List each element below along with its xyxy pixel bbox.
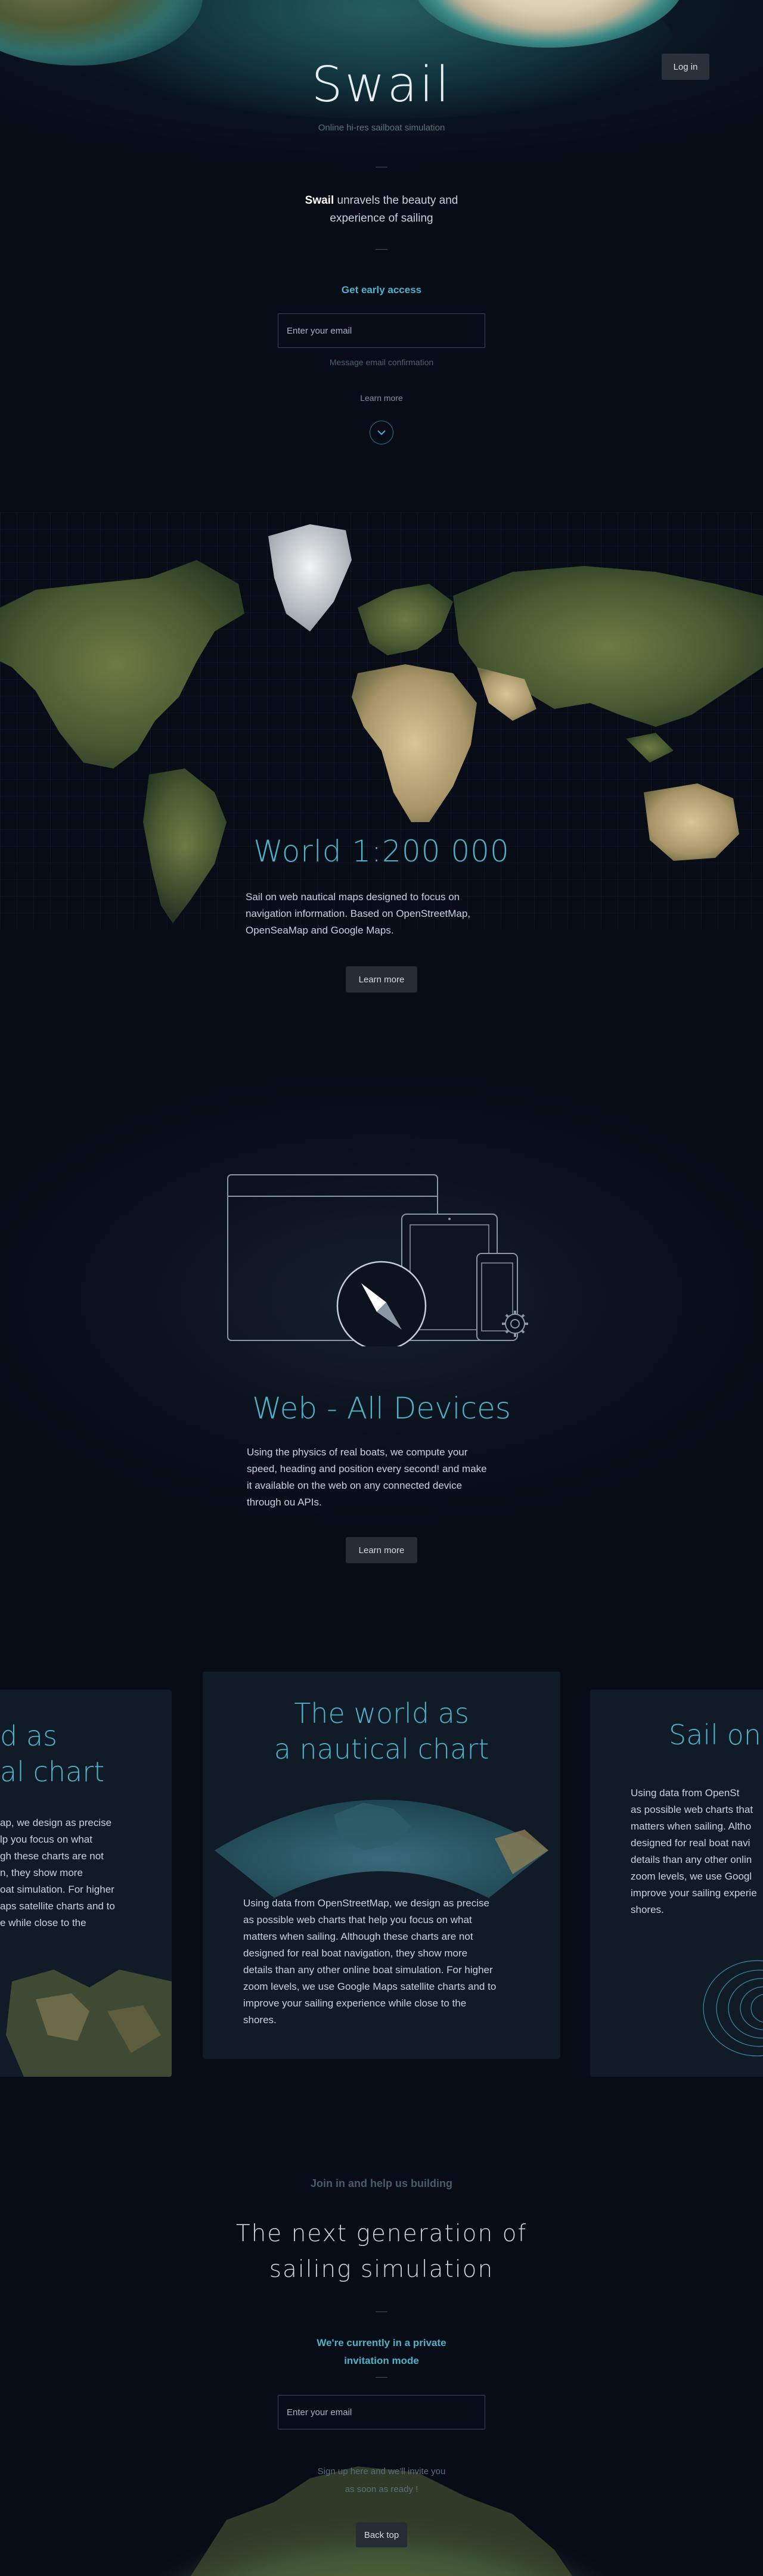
devices-learn-more-button[interactable]: Learn more — [346, 1537, 417, 1563]
feature-card-left[interactable]: d as al chart ap, we design as precise l… — [0, 1690, 172, 2077]
card-text-line: designed for real boat navi — [631, 1837, 750, 1849]
desc-line: Sail on web nautical maps designed to fo… — [246, 891, 460, 903]
join-label: Join in and help us building — [311, 2177, 452, 2189]
tagline-brand: Swail — [305, 194, 334, 207]
compass-icon — [336, 1261, 427, 1346]
feature-card-center[interactable]: The world as a nautical chart Using data… — [203, 1672, 560, 2059]
card-text-line: lp you focus on what — [0, 1834, 92, 1845]
early-access-heading: Get early access — [341, 284, 422, 295]
desc-line: Using the physics of real boats, we comp… — [247, 1446, 468, 1458]
divider — [376, 249, 387, 250]
map-section-description: Sail on web nautical maps designed to fo… — [246, 889, 520, 939]
card-title: d as al chart — [0, 1718, 172, 1790]
private-line: invitation mode — [344, 2355, 419, 2366]
card-text-line: improve your sailing experience while cl… — [243, 1998, 467, 2009]
coastline-image — [119, 2454, 644, 2576]
card-text-line: shores. — [243, 2014, 277, 2026]
card-text-line: n, they show more — [0, 1867, 83, 1878]
divider — [376, 2311, 387, 2312]
europe-map-image — [6, 1970, 172, 2077]
devices-section-title: Web - All Devices — [252, 1391, 511, 1426]
card-title-line: d as — [0, 1720, 57, 1752]
bottom-map-image — [0, 2431, 763, 2576]
signup-note-line: Sign up here and we'll invite you — [317, 2466, 446, 2477]
card-text-line: as possible web charts that help you foc… — [243, 1914, 472, 1925]
card-text: ap, we design as precise lp you focus on… — [0, 1815, 172, 1931]
map-learn-more-button[interactable]: Learn more — [346, 966, 417, 993]
desc-line: through ou APIs. — [247, 1497, 322, 1508]
site-subtitle: Online hi-res sailboat simulation — [318, 123, 445, 133]
card-text-line: details than any other onlin — [631, 1854, 752, 1865]
card-title-line: a nautical chart — [274, 1733, 489, 1765]
map-section-title: World 1:200 000 — [253, 834, 510, 869]
europe-map-image — [215, 1800, 548, 1898]
devices-section — [0, 1072, 763, 1680]
card-title: The world as a nautical chart — [203, 1695, 560, 1767]
card-text-line: designed for real boat navigation, they … — [243, 1947, 468, 1959]
signup-note-line: as soon as ready ! — [345, 2484, 418, 2494]
desc-line: it available on the web on any connected… — [247, 1480, 463, 1491]
card-text-line: Using data from OpenSt — [631, 1787, 740, 1799]
card-text: Using data from OpenStreetMap, we design… — [243, 1895, 535, 2029]
feature-card-right[interactable]: Sail on t Using data from OpenSt as poss… — [590, 1690, 763, 2077]
private-line: We're currently in a private — [317, 2337, 446, 2348]
email-note: Message email confirmation — [329, 357, 434, 367]
devices-section-description: Using the physics of real boats, we comp… — [247, 1444, 521, 1511]
private-mode-notice: We're currently in a private invitation … — [0, 2334, 763, 2370]
card-text-line: oat simulation. For higher — [0, 1884, 114, 1895]
tagline-line2: experience of sailing — [330, 212, 433, 225]
tagline: Swail unravels the beauty and experience… — [0, 192, 763, 228]
back-top-button[interactable]: Back top — [356, 2522, 407, 2547]
signup-note: Sign up here and we'll invite you as soo… — [0, 2463, 763, 2499]
card-text-line: e while close to the — [0, 1917, 86, 1928]
email-input[interactable] — [278, 2395, 485, 2429]
divider — [376, 2377, 387, 2378]
card-text-line: Using data from OpenStreetMap, we design… — [243, 1897, 489, 1909]
card-title-line: Sail on t — [669, 1719, 763, 1751]
desc-line: OpenSeaMap and Google Maps. — [246, 925, 394, 936]
chevron-down-icon — [377, 430, 386, 435]
site-title: Swail — [311, 57, 452, 113]
card-text-line: gh these charts are not — [0, 1850, 104, 1862]
join-title: The next generation of sailing simulatio… — [0, 2216, 763, 2288]
tagline-line1: unravels the beauty and — [337, 194, 458, 207]
card-title-line: al chart — [0, 1756, 105, 1788]
desc-line: speed, heading and position every second… — [247, 1463, 487, 1474]
card-title: Sail on t — [669, 1717, 763, 1753]
card-text-line: zoom levels, we use Google Maps satellit… — [243, 1981, 497, 1992]
join-title-line: The next generation of — [235, 2220, 528, 2247]
card-text-line: improve your sailing experie — [631, 1887, 757, 1899]
card-text-line: matters when sailing. Although these cha… — [243, 1931, 473, 1942]
card-text-line: zoom levels, we use Googl — [631, 1871, 752, 1882]
scroll-down-button[interactable] — [370, 421, 393, 444]
card-text-line: aps satellite charts and to — [0, 1900, 115, 1912]
card-text: Using data from OpenSt as possible web c… — [631, 1785, 763, 1918]
card-text-line: shores. — [631, 1904, 664, 1915]
learn-more-link[interactable]: Learn more — [0, 393, 763, 403]
card-text-line: matters when sailing. Altho — [631, 1821, 752, 1832]
contour-map-image — [703, 1960, 763, 2057]
card-title-line: The world as — [294, 1697, 469, 1729]
card-text-line: ap, we design as precise — [0, 1817, 112, 1828]
card-text-line: as possible web charts that — [631, 1804, 753, 1815]
email-input[interactable] — [278, 313, 485, 348]
card-text-line: details than any other online boat simul… — [243, 1964, 493, 1975]
devices-illustration — [227, 1174, 528, 1346]
join-title-line: sailing simulation — [269, 2256, 494, 2283]
desc-line: navigation information. Based on OpenStr… — [246, 908, 471, 919]
